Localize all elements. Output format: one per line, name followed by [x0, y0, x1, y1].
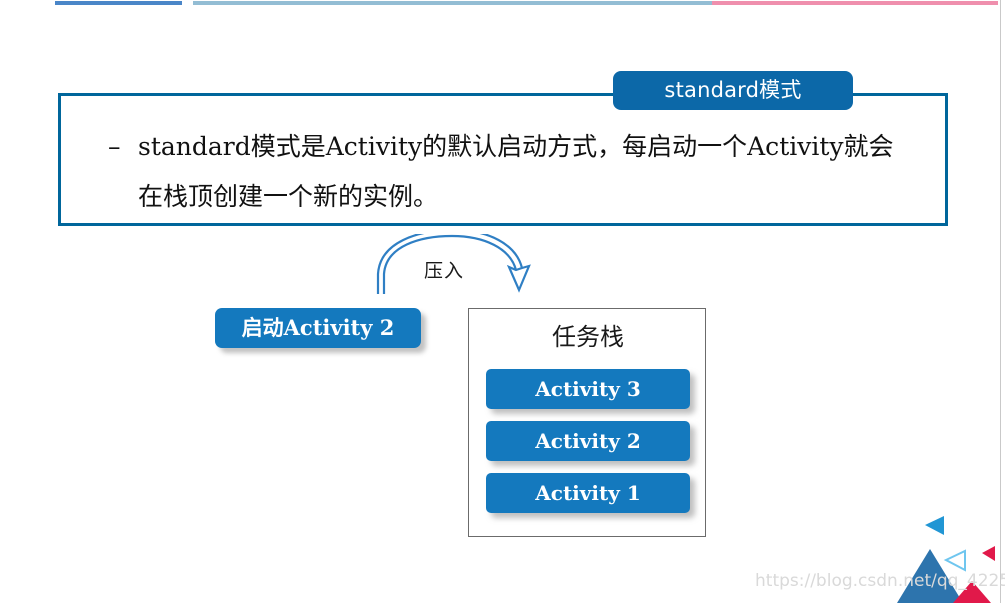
task-stack-box: 任务栈 Activity 3 Activity 2 Activity 1: [468, 308, 706, 537]
heading-badge: standard模式: [613, 71, 853, 110]
stack-item[interactable]: Activity 3: [486, 369, 690, 409]
triangle-blue-outline-icon: [943, 549, 966, 572]
task-stack-items: Activity 3 Activity 2 Activity 1: [486, 369, 690, 525]
top-progress-bar: [0, 0, 1005, 8]
triangle-red-solid-icon: [982, 546, 995, 561]
body-paragraph: standard模式是Activity的默认启动方式，每启动一个Activity…: [100, 122, 960, 222]
top-bar-segment-pink: [712, 1, 998, 5]
push-arrow-label: 压入: [424, 260, 465, 282]
stack-item[interactable]: Activity 2: [486, 421, 690, 461]
task-stack-title: 任务栈: [552, 323, 624, 351]
stack-item[interactable]: Activity 1: [486, 473, 690, 513]
top-bar-segment-light: [193, 1, 712, 5]
triangle-blue-solid-icon: [925, 516, 944, 535]
body-line-1: standard模式是Activity的默认启动方式，每启动一个Activity…: [138, 132, 894, 161]
top-bar-segment-blue: [55, 1, 182, 5]
watermark: https://blog.csdn.net/qq_42257666: [755, 571, 1005, 591]
start-activity-button[interactable]: 启动Activity 2: [215, 308, 421, 348]
body-line-2: 在栈顶创建一个新的实例。: [138, 182, 439, 211]
